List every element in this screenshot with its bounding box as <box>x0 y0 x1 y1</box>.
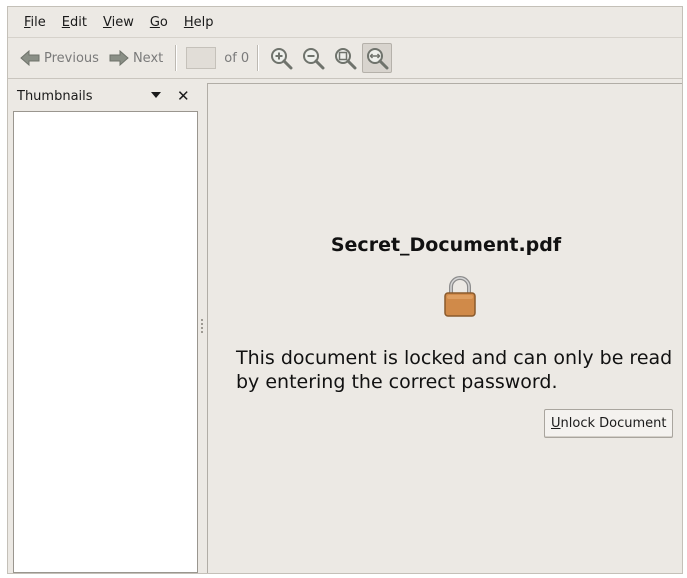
unlock-document-button[interactable]: Unlock Document <box>544 409 674 438</box>
fit-width-button[interactable] <box>362 43 393 73</box>
sidebar: Thumbnails ✕ <box>13 83 198 573</box>
sidebar-header: Thumbnails ✕ <box>13 83 198 109</box>
zoom-out-button[interactable] <box>298 43 328 73</box>
zoom-out-icon <box>303 48 325 70</box>
menu-view-mnemonic: V <box>102 14 112 30</box>
best-fit-button[interactable] <box>330 43 360 73</box>
locked-message: This document is locked and can only be … <box>236 347 673 393</box>
document-filename: Secret_Document.pdf <box>330 234 562 256</box>
menu-help-mnemonic: H <box>183 14 194 30</box>
pane-resize-handle[interactable] <box>201 317 204 335</box>
menu-go[interactable]: Go <box>142 13 176 32</box>
zoom-in-button[interactable] <box>266 43 296 73</box>
previous-button[interactable]: Previous <box>16 43 103 73</box>
zoom-in-icon <box>271 48 293 70</box>
lock-icon <box>444 276 476 317</box>
sidebar-title: Thumbnails <box>17 88 93 104</box>
app-window: File Edit View Go Help Previous Next of … <box>7 6 683 574</box>
toolbar-separator <box>175 45 177 71</box>
page-count-label: of 0 <box>224 50 250 66</box>
chevron-down-icon[interactable] <box>151 91 161 99</box>
next-label: Next <box>132 50 164 66</box>
menubar: File Edit View Go Help <box>8 7 682 38</box>
document-view: Secret_Document.pdf This document is loc… <box>207 83 682 573</box>
next-button[interactable]: Next <box>105 43 167 73</box>
unlock-mnemonic: U <box>551 416 561 431</box>
menu-view-label: iew <box>111 14 134 30</box>
menu-edit[interactable]: Edit <box>54 13 95 32</box>
menu-file[interactable]: File <box>16 13 54 32</box>
toolbar: Previous Next of 0 <box>8 38 682 79</box>
menu-help-label: elp <box>193 14 214 30</box>
arrow-left-icon <box>20 50 40 66</box>
menu-edit-mnemonic: E <box>61 14 70 30</box>
arrow-right-icon <box>109 50 129 66</box>
best-fit-icon <box>335 48 357 70</box>
menu-help[interactable]: Help <box>176 13 222 32</box>
menu-edit-label: dit <box>70 14 87 30</box>
menu-go-label: o <box>159 14 168 30</box>
menu-go-mnemonic: G <box>149 14 160 30</box>
fit-width-icon <box>367 48 389 70</box>
toolbar-separator <box>257 45 259 71</box>
unlock-label: nlock Document <box>560 416 667 431</box>
page-number-input[interactable] <box>186 47 217 69</box>
close-icon[interactable]: ✕ <box>177 87 190 105</box>
thumbnails-list[interactable] <box>13 111 198 573</box>
menu-file-label: ile <box>30 14 46 30</box>
previous-label: Previous <box>44 50 99 66</box>
menu-view[interactable]: View <box>95 13 142 32</box>
